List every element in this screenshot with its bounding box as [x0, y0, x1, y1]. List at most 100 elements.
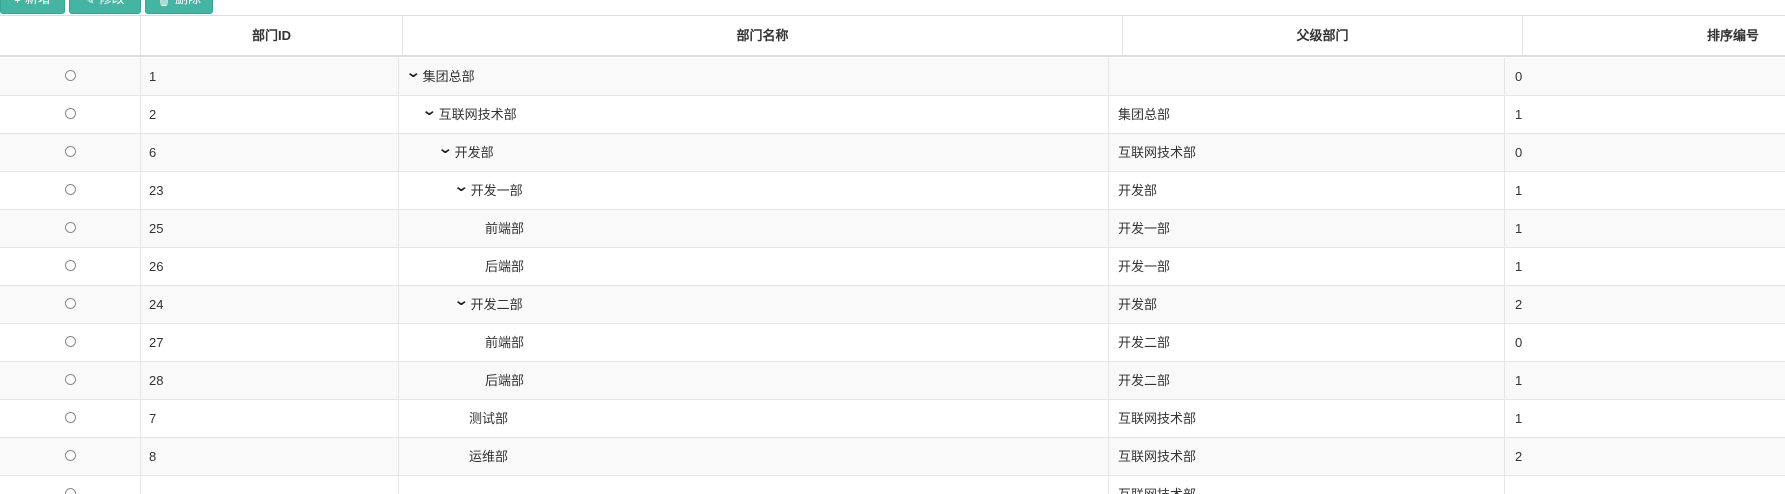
row-select-cell [0, 286, 141, 323]
table-row[interactable]: 6 ⌄开发部 互联网技术部 0 [0, 134, 1785, 172]
dept-id-cell: 26 [141, 248, 399, 285]
table-row[interactable]: 2 ⌄互联网技术部 集团总部 1 [0, 96, 1785, 134]
sort-number-cell: 1 [1515, 107, 1523, 122]
table-row[interactable]: 8 运维部 互联网技术部 2 [0, 438, 1785, 476]
radio-icon[interactable] [64, 108, 76, 120]
sort-number-cell: 0 [1515, 335, 1523, 350]
table-row[interactable]: 互联网技术部 [0, 476, 1785, 494]
row-select-cell [0, 324, 141, 361]
dept-id-cell: 24 [141, 286, 399, 323]
parent-dept-cell: 开发部 [1109, 286, 1505, 323]
parent-dept-cell: 开发部 [1109, 172, 1505, 209]
parent-dept-cell: 互联网技术部 [1109, 476, 1505, 494]
sort-number-cell: 0 [1515, 69, 1523, 84]
sort-number-cell: 2 [1515, 449, 1523, 464]
radio-icon[interactable] [64, 184, 76, 196]
plus-icon: + [14, 0, 21, 7]
table-row[interactable]: 24 ⌄开发二部 开发部 2 [0, 286, 1785, 324]
sort-number-cell: 2 [1515, 297, 1523, 312]
dept-id-cell: 1 [141, 58, 399, 95]
parent-dept-cell: 集团总部 [1109, 96, 1505, 133]
chevron-down-icon[interactable]: ⌄ [405, 65, 421, 80]
parent-dept-cell: 互联网技术部 [1109, 400, 1505, 437]
chevron-down-icon[interactable]: ⌄ [453, 179, 469, 194]
table-row[interactable]: 26 后端部 开发一部 1 [0, 248, 1785, 286]
table-row[interactable]: 23 ⌄开发一部 开发部 1 [0, 172, 1785, 210]
parent-dept-cell: 开发一部 [1109, 248, 1505, 285]
dept-name-label: 开发二部 [470, 297, 523, 312]
dept-name-label: 前端部 [485, 335, 525, 350]
dept-name-label: 开发部 [454, 145, 494, 160]
dept-name-label: 运维部 [469, 449, 509, 464]
dept-name-cell: ⌄开发一部 [399, 172, 1109, 209]
sort-number-cell [1505, 476, 1785, 494]
row-select-cell [0, 438, 141, 475]
dept-name-cell: ⌄集团总部 [399, 58, 1109, 95]
radio-icon[interactable] [64, 488, 76, 494]
radio-icon[interactable] [64, 412, 76, 424]
parent-dept-cell: 互联网技术部 [1109, 134, 1505, 171]
dept-name-cell [399, 476, 1109, 494]
row-select-cell [0, 248, 141, 285]
radio-icon[interactable] [64, 450, 76, 462]
dept-id-cell: 28 [141, 362, 399, 399]
header-dept-id[interactable]: 部门ID [141, 16, 403, 55]
edit-icon: ✎ [85, 0, 95, 7]
chevron-down-icon[interactable]: ⌄ [437, 141, 453, 156]
radio-icon[interactable] [64, 70, 76, 82]
row-select-cell [0, 210, 141, 247]
parent-dept-cell: 开发二部 [1109, 362, 1505, 399]
dept-name-cell: 后端部 [399, 362, 1109, 399]
table-row[interactable]: 27 前端部 开发二部 0 [0, 324, 1785, 362]
dept-name-cell: ⌄开发二部 [399, 286, 1109, 323]
dept-id-cell: 6 [141, 134, 399, 171]
dept-name-label: 后端部 [485, 259, 525, 274]
chevron-down-icon[interactable]: ⌄ [421, 103, 437, 118]
delete-button-label: 删除 [175, 0, 201, 7]
dept-id-cell: 7 [141, 400, 399, 437]
dept-name-cell: 前端部 [399, 210, 1109, 247]
dept-name-label: 集团总部 [422, 69, 475, 84]
dept-name-cell: 前端部 [399, 324, 1109, 361]
radio-icon[interactable] [64, 374, 76, 386]
edit-button-label: 修改 [99, 0, 125, 7]
toolbar: + 新增 ✎ 修改 🗑 删除 [0, 0, 1785, 16]
radio-icon[interactable] [64, 146, 76, 158]
dept-name-label: 互联网技术部 [438, 107, 517, 122]
dept-name-label: 前端部 [485, 221, 525, 236]
dept-id-cell: 27 [141, 324, 399, 361]
parent-dept-cell: 互联网技术部 [1109, 438, 1505, 475]
chevron-down-icon[interactable]: ⌄ [453, 293, 469, 308]
dept-name-cell: 后端部 [399, 248, 1109, 285]
row-select-cell [0, 362, 141, 399]
row-select-cell [0, 134, 141, 171]
dept-id-cell: 8 [141, 438, 399, 475]
table-row[interactable]: 28 后端部 开发二部 1 [0, 362, 1785, 400]
table-row[interactable]: 25 前端部 开发一部 1 [0, 210, 1785, 248]
dept-name-label: 开发一部 [470, 183, 523, 198]
radio-icon[interactable] [64, 298, 76, 310]
sort-number-cell: 1 [1515, 411, 1523, 426]
table-body: 1 ⌄集团总部 0 2 ⌄互联网技术部 集团总部 1 6 ⌄开发部 互联网技术部 0 23 ⌄开发一部开… [0, 58, 1785, 494]
dept-id-cell: 23 [141, 172, 399, 209]
row-select-cell [0, 172, 141, 209]
dept-name-cell: 运维部 [399, 438, 1109, 475]
radio-icon[interactable] [64, 222, 76, 234]
dept-name-label: 测试部 [469, 411, 509, 426]
trash-icon: 🗑 [157, 0, 171, 7]
add-button[interactable]: + 新增 [0, 0, 65, 14]
parent-dept-cell [1109, 58, 1505, 95]
sort-number-cell: 0 [1515, 145, 1523, 160]
table-row[interactable]: 7 测试部 互联网技术部 1 [0, 400, 1785, 438]
parent-dept-cell: 开发一部 [1109, 210, 1505, 247]
radio-icon[interactable] [64, 260, 76, 272]
radio-icon[interactable] [64, 336, 76, 348]
delete-button[interactable]: 🗑 删除 [145, 0, 213, 14]
edit-button[interactable]: ✎ 修改 [69, 0, 141, 14]
sort-number-cell: 1 [1515, 221, 1523, 236]
header-dept-name[interactable]: 部门名称 [403, 16, 1123, 55]
table-row[interactable]: 1 ⌄集团总部 0 [0, 58, 1785, 96]
dept-name-cell: ⌄互联网技术部 [399, 96, 1109, 133]
header-parent-dept[interactable]: 父级部门 [1123, 16, 1523, 55]
header-sort-number[interactable]: 排序编号 [1523, 16, 1785, 55]
